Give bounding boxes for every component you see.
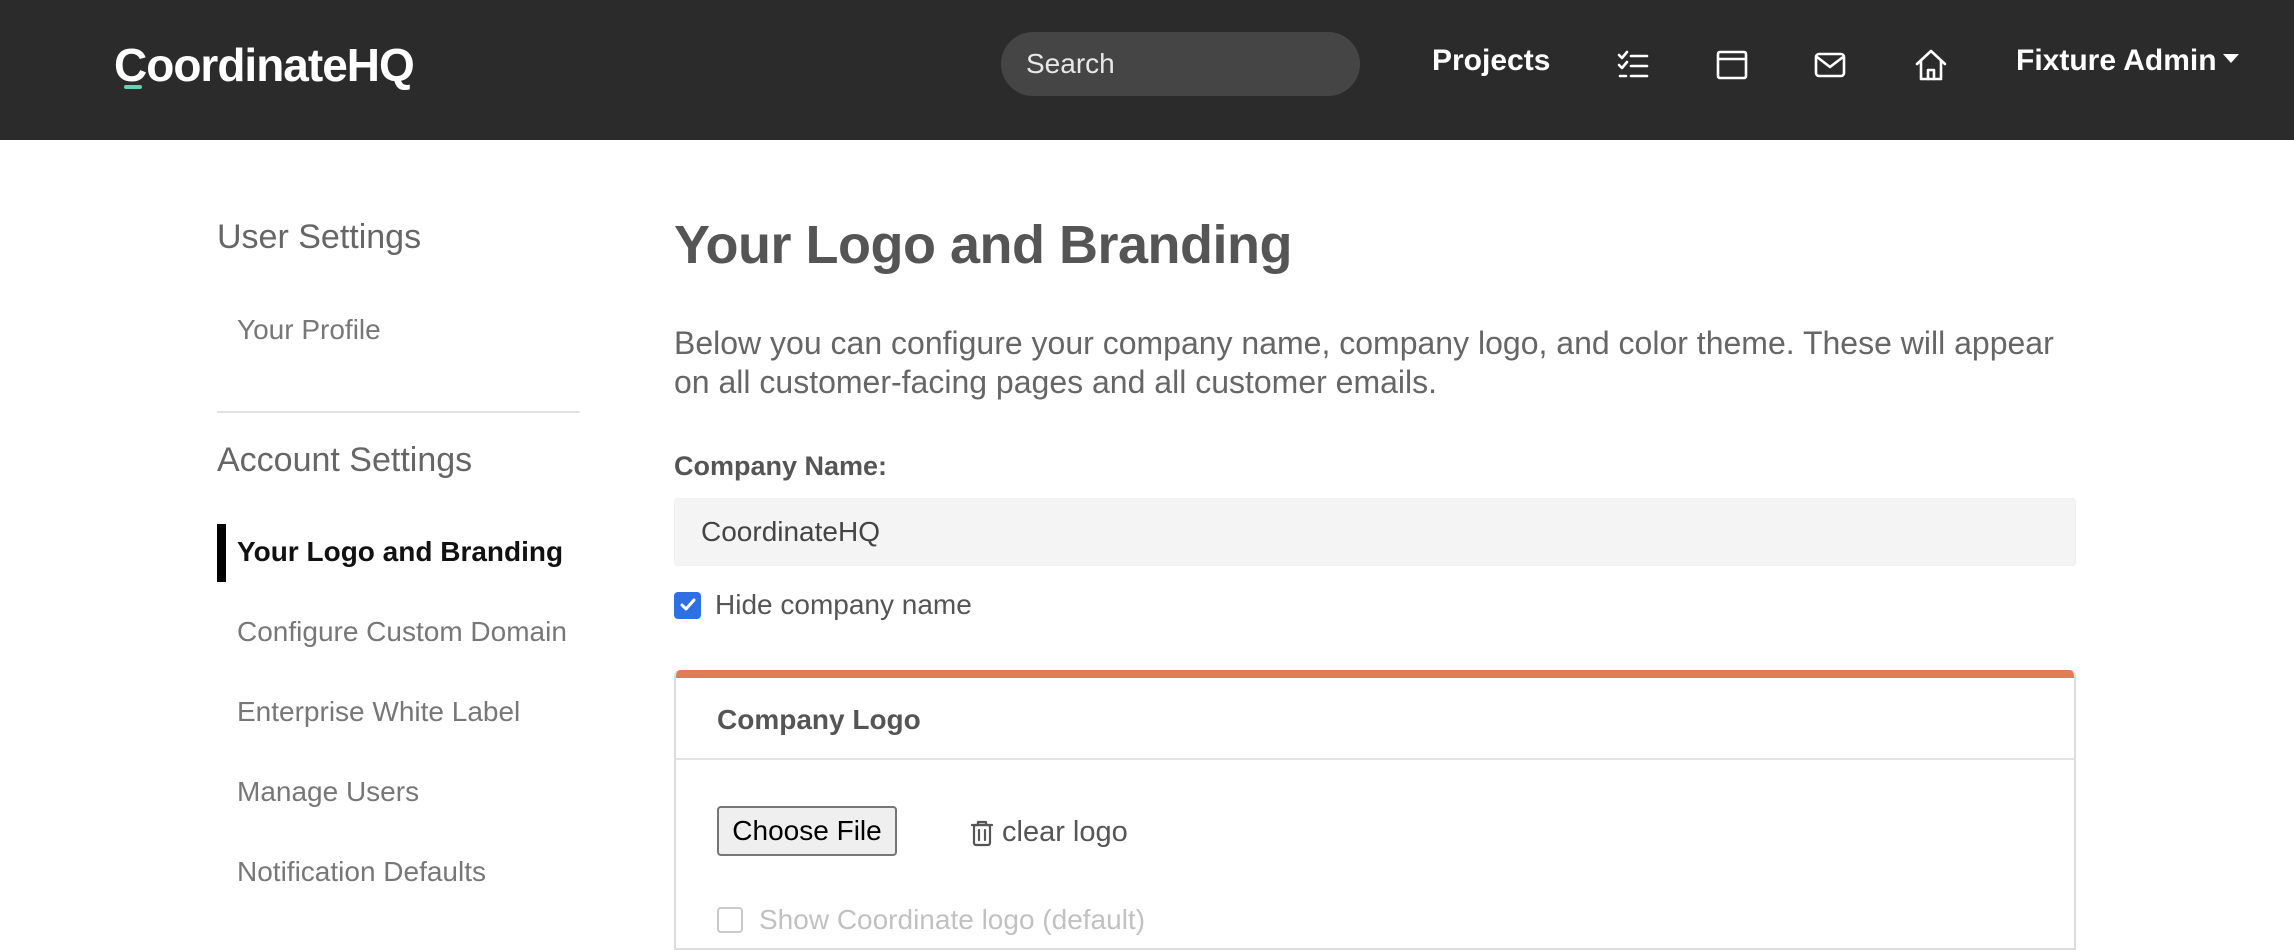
show-default-logo-row: Show Coordinate logo (default) bbox=[717, 904, 1145, 936]
search-input[interactable] bbox=[1001, 32, 1360, 96]
top-navbar: CoordinateHQ Projects Fixture Admin bbox=[0, 0, 2294, 140]
sidebar-item-white-label[interactable]: Enterprise White Label bbox=[237, 696, 520, 728]
show-default-logo-label[interactable]: Show Coordinate logo (default) bbox=[759, 904, 1145, 936]
home-icon[interactable] bbox=[1914, 48, 1948, 82]
card-accent-bar bbox=[676, 670, 2074, 678]
calendar-icon[interactable] bbox=[1715, 48, 1749, 82]
nav-projects-link[interactable]: Projects bbox=[1432, 44, 1550, 78]
hide-company-name-label[interactable]: Hide company name bbox=[715, 589, 972, 621]
sidebar-item-manage-users[interactable]: Manage Users bbox=[237, 776, 419, 808]
choose-file-label: Choose File bbox=[732, 815, 882, 846]
user-settings-heading: User Settings bbox=[217, 218, 422, 256]
active-item-indicator bbox=[217, 524, 226, 582]
sidebar-item-custom-domain[interactable]: Configure Custom Domain bbox=[237, 616, 567, 648]
hide-company-name-row: Hide company name bbox=[674, 588, 972, 622]
card-divider bbox=[676, 758, 2074, 760]
app-logo[interactable]: CoordinateHQ bbox=[114, 38, 415, 92]
checkmark-icon bbox=[680, 598, 695, 611]
page-intro-text: Below you can configure your company nam… bbox=[674, 325, 2054, 400]
trash-icon bbox=[970, 820, 994, 846]
logo-accent-mark bbox=[124, 85, 142, 89]
page-title: Your Logo and Branding bbox=[674, 215, 1292, 275]
logo-text: CoordinateHQ bbox=[114, 39, 415, 91]
clear-logo-label: clear logo bbox=[1002, 816, 1128, 848]
clear-logo-link[interactable]: clear logo bbox=[970, 816, 1128, 849]
sidebar-item-your-profile[interactable]: Your Profile bbox=[237, 314, 381, 346]
company-name-input[interactable] bbox=[674, 498, 2076, 566]
show-default-logo-checkbox[interactable] bbox=[717, 907, 743, 933]
company-logo-card: Company Logo Choose File clear logo Show… bbox=[674, 670, 2076, 950]
user-menu-dropdown[interactable]: Fixture Admin bbox=[2016, 44, 2239, 78]
sidebar-item-notification-defaults[interactable]: Notification Defaults bbox=[237, 856, 486, 888]
chevron-down-icon bbox=[2222, 53, 2239, 63]
company-name-label: Company Name: bbox=[674, 451, 888, 481]
company-logo-title: Company Logo bbox=[717, 704, 921, 735]
sidebar-item-logo-branding[interactable]: Your Logo and Branding bbox=[237, 536, 563, 568]
tasks-icon[interactable] bbox=[1616, 48, 1650, 82]
account-settings-heading: Account Settings bbox=[217, 441, 473, 479]
mail-icon[interactable] bbox=[1813, 48, 1847, 82]
user-name: Fixture Admin bbox=[2016, 44, 2217, 77]
sidebar-divider bbox=[217, 411, 580, 413]
choose-file-button[interactable]: Choose File bbox=[717, 806, 897, 856]
hide-company-name-checkbox[interactable] bbox=[674, 591, 701, 619]
